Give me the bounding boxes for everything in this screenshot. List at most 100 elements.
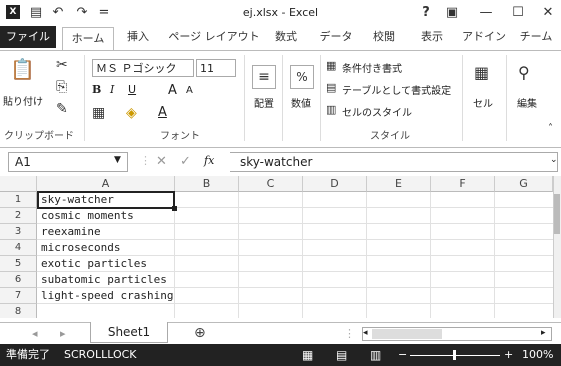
fill-color-icon[interactable]: ◈: [126, 105, 137, 121]
font-name-select[interactable]: ＭＳ Ｐゴシック: [92, 59, 194, 77]
ribbon-display-icon[interactable]: ▣: [444, 5, 460, 21]
zoom-out-icon[interactable]: −: [398, 348, 407, 362]
zoom-level[interactable]: 100%: [522, 348, 553, 362]
zoom-in-icon[interactable]: +: [504, 348, 513, 362]
cell-a4[interactable]: microseconds: [41, 240, 120, 256]
alignment-button[interactable]: 配置: [248, 95, 280, 110]
font-color-icon[interactable]: A: [158, 105, 167, 120]
tab-home[interactable]: ホーム: [62, 27, 114, 51]
row-header[interactable]: 6: [0, 272, 37, 288]
format-as-table-button[interactable]: テーブルとして書式設定: [342, 82, 451, 97]
enter-icon[interactable]: ✓: [180, 154, 191, 169]
shrink-font-button[interactable]: A: [186, 85, 193, 96]
minimize-icon[interactable]: —: [478, 5, 494, 21]
grow-font-button[interactable]: A: [168, 83, 177, 98]
zoom-slider-thumb[interactable]: [453, 350, 456, 360]
find-icon[interactable]: ⚲: [518, 63, 530, 82]
insert-function-icon[interactable]: fx: [204, 154, 214, 167]
formula-input[interactable]: sky-watcher: [230, 152, 558, 172]
cell-a2[interactable]: cosmic moments: [41, 208, 134, 224]
scroll-right-icon[interactable]: ▸: [541, 328, 546, 338]
font-size-select[interactable]: 11: [196, 59, 236, 77]
horizontal-scroll-thumb[interactable]: [372, 329, 442, 339]
sheet-tab-sheet1[interactable]: Sheet1: [90, 322, 168, 343]
spreadsheet-grid: A B C D E F G 1 2 3 4 5 6 7 8 sky-watche…: [0, 176, 561, 318]
next-sheet-icon[interactable]: ▸: [60, 327, 66, 340]
fill-handle[interactable]: [172, 206, 177, 211]
cell-a3[interactable]: reexamine: [41, 224, 101, 240]
scroll-left-icon[interactable]: ◂: [363, 328, 368, 338]
italic-button[interactable]: I: [110, 83, 114, 96]
name-box-dropdown-icon[interactable]: ▼: [114, 155, 121, 165]
column-header[interactable]: G: [495, 176, 553, 192]
row-header[interactable]: 3: [0, 224, 37, 240]
select-all-corner[interactable]: [0, 176, 37, 192]
cell-a6[interactable]: subatomic particles: [41, 272, 167, 288]
tab-review[interactable]: 校閲: [366, 26, 402, 48]
ribbon-separator: [282, 55, 283, 141]
ribbon-separator: [462, 55, 463, 141]
paste-button[interactable]: 貼り付け: [2, 93, 44, 108]
prev-sheet-icon[interactable]: ◂: [32, 327, 38, 340]
conditional-format-button[interactable]: 条件付き書式: [342, 60, 402, 75]
underline-button[interactable]: U: [128, 83, 136, 96]
row-header[interactable]: 4: [0, 240, 37, 256]
border-icon[interactable]: ▦: [92, 105, 105, 121]
column-header[interactable]: B: [175, 176, 239, 192]
name-box[interactable]: A1: [8, 152, 128, 172]
column-header[interactable]: C: [239, 176, 303, 192]
conditional-format-icon: ▦: [326, 59, 337, 72]
column-header[interactable]: F: [431, 176, 495, 192]
tab-insert[interactable]: 挿入: [118, 26, 158, 48]
cancel-icon[interactable]: ✕: [156, 154, 167, 169]
maximize-icon[interactable]: ☐: [510, 5, 526, 21]
normal-view-icon[interactable]: ▦: [302, 348, 313, 362]
tab-view[interactable]: 表示: [414, 26, 450, 48]
format-table-icon: ▤: [326, 81, 337, 94]
add-sheet-icon[interactable]: ⊕: [194, 325, 206, 341]
column-header[interactable]: E: [367, 176, 431, 192]
cells-button[interactable]: セル: [466, 95, 500, 110]
cut-icon[interactable]: ✂: [56, 57, 68, 73]
cells-icon[interactable]: ▦: [474, 63, 489, 82]
collapse-ribbon-icon[interactable]: ˄: [548, 123, 553, 134]
page-layout-view-icon[interactable]: ▤: [336, 348, 347, 362]
align-icon[interactable]: ≡: [252, 65, 276, 89]
tab-data[interactable]: データ: [316, 26, 356, 48]
row-header[interactable]: 1: [0, 192, 37, 208]
close-icon[interactable]: ✕: [540, 5, 556, 21]
bold-button[interactable]: B: [92, 83, 101, 96]
tab-team[interactable]: チーム: [514, 26, 558, 48]
column-header[interactable]: D: [303, 176, 367, 192]
tab-formulas[interactable]: 数式: [268, 26, 304, 48]
vertical-scroll-thumb[interactable]: [554, 194, 560, 234]
cell-a5[interactable]: exotic particles: [41, 256, 147, 272]
format-painter-icon[interactable]: ✎: [56, 101, 68, 117]
table-row: [37, 224, 561, 240]
ribbon: 📋 貼り付け ✂ ⎘ ✎ クリップボード ＭＳ Ｐゴシック 11 B I U A…: [0, 50, 561, 148]
formula-bar: A1 ▼ ⋮ ✕ ✓ fx sky-watcher ⌄: [0, 150, 561, 174]
percent-icon[interactable]: %: [290, 65, 314, 89]
sheet-scroll-separator-icon: ⋮: [344, 327, 355, 340]
copy-icon[interactable]: ⎘: [56, 79, 67, 95]
cell-a7[interactable]: light-speed crashing: [41, 288, 173, 304]
tab-page-layout[interactable]: ページ レイアウト: [162, 26, 266, 48]
selected-cell-border: [37, 191, 175, 209]
column-header[interactable]: A: [37, 176, 175, 192]
tab-addins[interactable]: アドイン: [462, 26, 506, 48]
page-break-view-icon[interactable]: ▥: [370, 348, 381, 362]
cell-styles-button[interactable]: セルのスタイル: [342, 104, 412, 119]
help-icon[interactable]: ?: [418, 5, 434, 21]
expand-formula-icon[interactable]: ⌄: [550, 155, 558, 165]
tab-file[interactable]: ファイル: [0, 26, 56, 48]
number-button[interactable]: 数値: [284, 95, 318, 110]
paste-icon[interactable]: 📋: [10, 57, 35, 83]
editing-button[interactable]: 編集: [510, 95, 544, 110]
ribbon-separator: [506, 55, 507, 141]
row-header[interactable]: 5: [0, 256, 37, 272]
title-bar: X ▤ ↶ ↷ = ej.xlsx - Excel ? ▣ — ☐ ✕: [0, 0, 561, 26]
row-header[interactable]: 7: [0, 288, 37, 304]
sheet-tab-bar: ◂ ▸ Sheet1 ⊕ ⋮ ◂ ▸: [0, 322, 561, 345]
row-header[interactable]: 2: [0, 208, 37, 224]
row-header[interactable]: 8: [0, 304, 37, 318]
